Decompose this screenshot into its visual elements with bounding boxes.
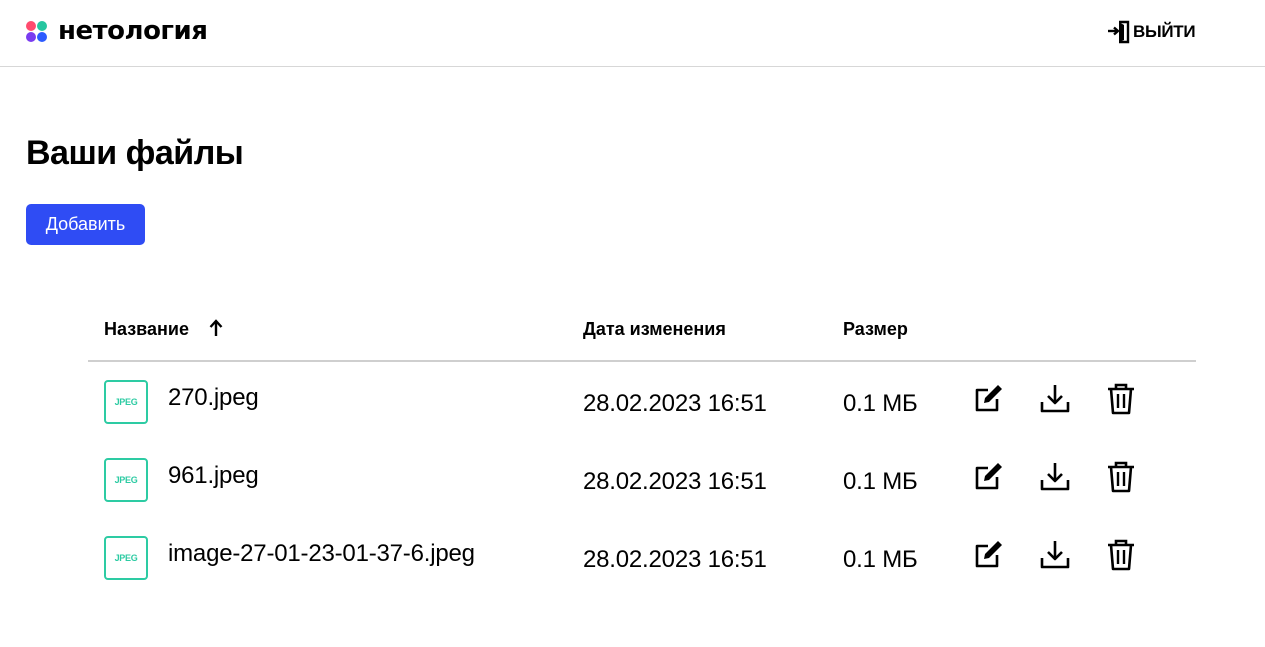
logo-text: нетология [58,16,208,46]
page-title: Ваши файлы [26,134,244,172]
table-row[interactable]: JPEG image-27-01-23-01-37-6.jpeg 28.02.2… [88,536,1196,614]
top-header: нетология ВЫЙТИ [0,0,1265,67]
logout-button[interactable]: ВЫЙТИ [1107,20,1196,44]
add-file-button[interactable]: Добавить [26,204,145,245]
logo-mark-icon [26,20,47,42]
trash-icon [1108,539,1134,571]
edit-icon [975,385,1002,412]
edit-icon [975,463,1002,490]
logout-icon [1108,20,1130,44]
logout-label: ВЫЙТИ [1133,22,1196,41]
jpeg-file-icon: JPEG [104,458,148,502]
download-icon [1040,463,1070,491]
trash-icon [1108,461,1134,493]
file-size: 0.1 МБ [843,390,918,417]
table-row[interactable]: JPEG 270.jpeg 28.02.2023 16:51 0.1 МБ [88,380,1196,458]
file-size: 0.1 МБ [843,468,918,495]
file-name[interactable]: image-27-01-23-01-37-6.jpeg [168,540,475,568]
edit-icon [975,541,1002,568]
file-date: 28.02.2023 16:51 [583,546,767,573]
file-date: 28.02.2023 16:51 [583,390,767,417]
file-name[interactable]: 270.jpeg [168,384,259,412]
jpeg-file-icon: JPEG [104,536,148,580]
column-header-date[interactable]: Дата изменения [583,318,726,340]
file-name[interactable]: 961.jpeg [168,462,259,490]
download-icon [1040,385,1070,413]
file-size: 0.1 МБ [843,546,918,573]
file-date: 28.02.2023 16:51 [583,468,767,495]
edit-button[interactable] [971,538,1005,572]
download-button[interactable] [1038,460,1072,494]
table-header: Название Дата изменения Размер [88,308,1196,362]
table-row[interactable]: JPEG 961.jpeg 28.02.2023 16:51 0.1 МБ [88,458,1196,536]
download-button[interactable] [1038,538,1072,572]
download-button[interactable] [1038,382,1072,416]
arrow-up-icon[interactable] [208,318,224,338]
delete-button[interactable] [1104,538,1138,572]
column-header-name[interactable]: Название [104,318,189,340]
trash-icon [1108,383,1134,415]
edit-button[interactable] [971,460,1005,494]
jpeg-file-icon: JPEG [104,380,148,424]
delete-button[interactable] [1104,382,1138,416]
column-header-size[interactable]: Размер [843,318,908,340]
logo[interactable]: нетология [26,16,208,46]
download-icon [1040,541,1070,569]
edit-button[interactable] [971,382,1005,416]
delete-button[interactable] [1104,460,1138,494]
